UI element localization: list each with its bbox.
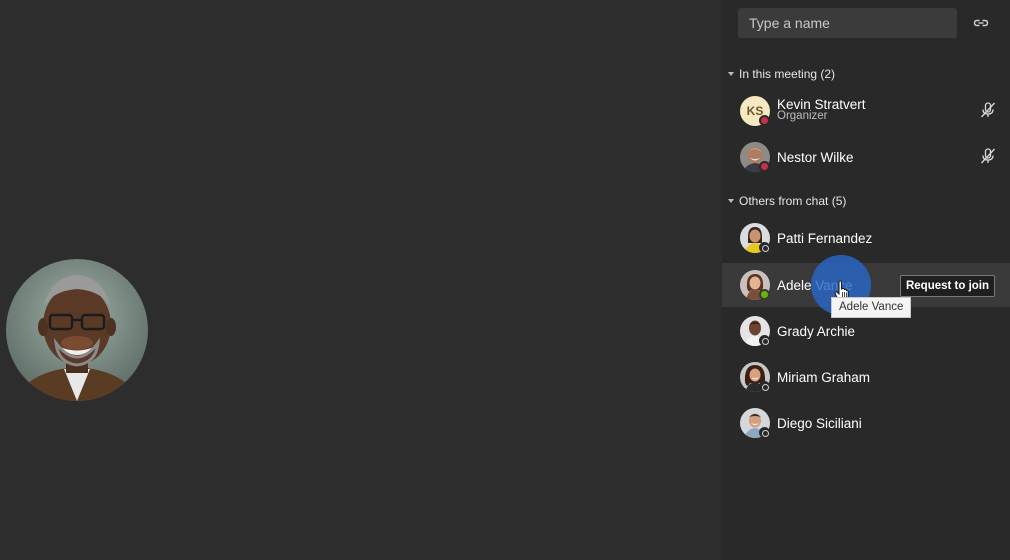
- request-to-join-button[interactable]: Request to join: [900, 275, 995, 297]
- participant-role: Organizer: [777, 110, 828, 122]
- presence-offline-icon: [759, 242, 770, 253]
- meeting-stage: [0, 0, 722, 560]
- presence-busy-icon: [759, 161, 770, 172]
- chevron-down-icon: [728, 72, 734, 76]
- participant-name: Diego Siciliani: [777, 416, 862, 431]
- participant-name: Grady Archie: [777, 324, 856, 339]
- mic-off-icon[interactable]: [979, 147, 997, 165]
- participant-video-avatar: [6, 259, 148, 401]
- participants-panel: In this meeting (2) KS Kevin Stratvert O…: [722, 0, 1010, 560]
- search-input[interactable]: [738, 8, 957, 38]
- participant-name: Miriam Graham: [777, 370, 871, 385]
- participant-name: Nestor Wilke: [777, 150, 854, 165]
- mic-off-icon[interactable]: [979, 101, 997, 119]
- participant-diego-siciliani[interactable]: Diego Siciliani: [722, 401, 1010, 445]
- presence-offline-icon: [759, 381, 770, 392]
- chevron-down-icon: [728, 199, 734, 203]
- link-icon[interactable]: [972, 14, 990, 32]
- participant-kevin-stratvert[interactable]: KS Kevin Stratvert Organizer: [722, 89, 1010, 133]
- section-in-this-meeting[interactable]: In this meeting (2): [727, 65, 835, 83]
- presence-busy-icon: [759, 115, 770, 126]
- section-label: In this meeting (2): [739, 67, 836, 81]
- presence-available-icon: [759, 289, 770, 300]
- name-tooltip: Adele Vance: [831, 297, 912, 318]
- participant-name: Patti Fernandez: [777, 231, 873, 246]
- presence-offline-icon: [759, 335, 770, 346]
- presence-offline-icon: [759, 427, 770, 438]
- participant-name: Adele Vance: [777, 278, 853, 293]
- section-label: Others from chat (5): [739, 194, 847, 208]
- section-others-from-chat[interactable]: Others from chat (5): [727, 192, 846, 210]
- participant-patti-fernandez[interactable]: Patti Fernandez: [722, 216, 1010, 260]
- participant-nestor-wilke[interactable]: Nestor Wilke: [722, 135, 1010, 179]
- participant-miriam-graham[interactable]: Miriam Graham: [722, 355, 1010, 399]
